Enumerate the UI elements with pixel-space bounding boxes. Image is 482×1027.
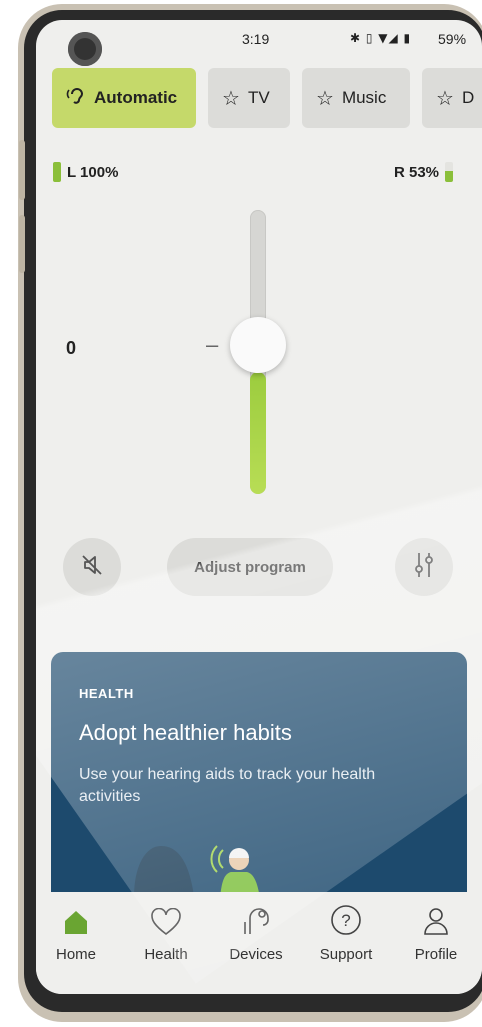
volume-minus: – xyxy=(206,332,219,357)
tab-automatic[interactable]: Automatic xyxy=(52,68,196,128)
status-time: 3:19 xyxy=(242,31,270,47)
equalizer-button[interactable] xyxy=(395,538,453,596)
question-icon: ? xyxy=(330,904,362,940)
adjust-program-button[interactable]: Adjust program xyxy=(167,538,333,596)
card-title: Adopt healthier habits xyxy=(79,720,292,745)
health-card[interactable]: HEALTH Adopt healthier habits Use your h… xyxy=(51,652,467,902)
volume-slider-handle[interactable] xyxy=(230,317,286,373)
battery-left: L 100% xyxy=(53,162,118,182)
bottom-nav: Home Health Devices ? Support Profile xyxy=(36,892,482,994)
hearing-aid-icon xyxy=(242,904,270,940)
star-icon: ☆ xyxy=(436,86,454,110)
home-icon xyxy=(62,908,90,940)
status-battery: 59% xyxy=(438,31,467,47)
nav-home[interactable]: Home xyxy=(36,892,116,963)
side-button xyxy=(19,215,25,273)
tab-label: Automatic xyxy=(94,88,178,107)
nav-health[interactable]: Health xyxy=(126,892,206,963)
nav-profile[interactable]: Profile xyxy=(396,892,476,963)
card-body: Use your hearing aids to track your heal… xyxy=(79,766,376,805)
tab-label: TV xyxy=(247,88,270,107)
nav-label: Home xyxy=(55,946,96,963)
person-icon xyxy=(423,906,449,940)
card-label: HEALTH xyxy=(79,686,134,701)
nav-label: Health xyxy=(144,946,188,963)
system-icons: ✱ ▯ ▼◢ ▮ xyxy=(350,31,412,45)
nav-support[interactable]: ? Support xyxy=(306,892,386,963)
adjust-program-label: Adjust program xyxy=(194,558,306,576)
front-camera xyxy=(68,32,102,66)
heart-icon xyxy=(150,907,182,940)
app-screen: 3:19 ✱ ▯ ▼◢ ▮ 59% Automatic ☆ TV ☆ Music… xyxy=(36,20,482,994)
status-bar: 3:19 ✱ ▯ ▼◢ ▮ 59% xyxy=(36,20,482,66)
battery-right-label: R 53% xyxy=(394,163,440,181)
ear-icon xyxy=(66,86,86,111)
nav-label: Support xyxy=(319,946,373,963)
speaker-muted-icon xyxy=(79,552,105,583)
nav-label: Profile xyxy=(414,946,458,963)
nav-label: Devices xyxy=(229,946,283,963)
battery-right: R 53% xyxy=(394,162,454,182)
battery-icon xyxy=(445,162,454,182)
tab-music[interactable]: ☆ Music xyxy=(302,68,410,128)
side-button xyxy=(19,140,25,200)
battery-left-label: L 100% xyxy=(67,163,119,181)
volume-slider-fill xyxy=(250,371,266,494)
svg-text:?: ? xyxy=(341,911,350,930)
star-icon: ☆ xyxy=(222,86,240,110)
volume-value: 0 xyxy=(66,338,77,358)
tab-label: D xyxy=(461,88,475,107)
nav-devices[interactable]: Devices xyxy=(216,892,296,963)
star-icon: ☆ xyxy=(316,86,334,110)
tab-label: Music xyxy=(341,88,387,107)
battery-icon xyxy=(53,162,61,182)
tab-tv[interactable]: ☆ TV xyxy=(208,68,290,128)
mute-button[interactable] xyxy=(63,538,121,596)
tab-more[interactable]: ☆ D xyxy=(422,68,482,128)
sliders-icon xyxy=(411,550,437,585)
